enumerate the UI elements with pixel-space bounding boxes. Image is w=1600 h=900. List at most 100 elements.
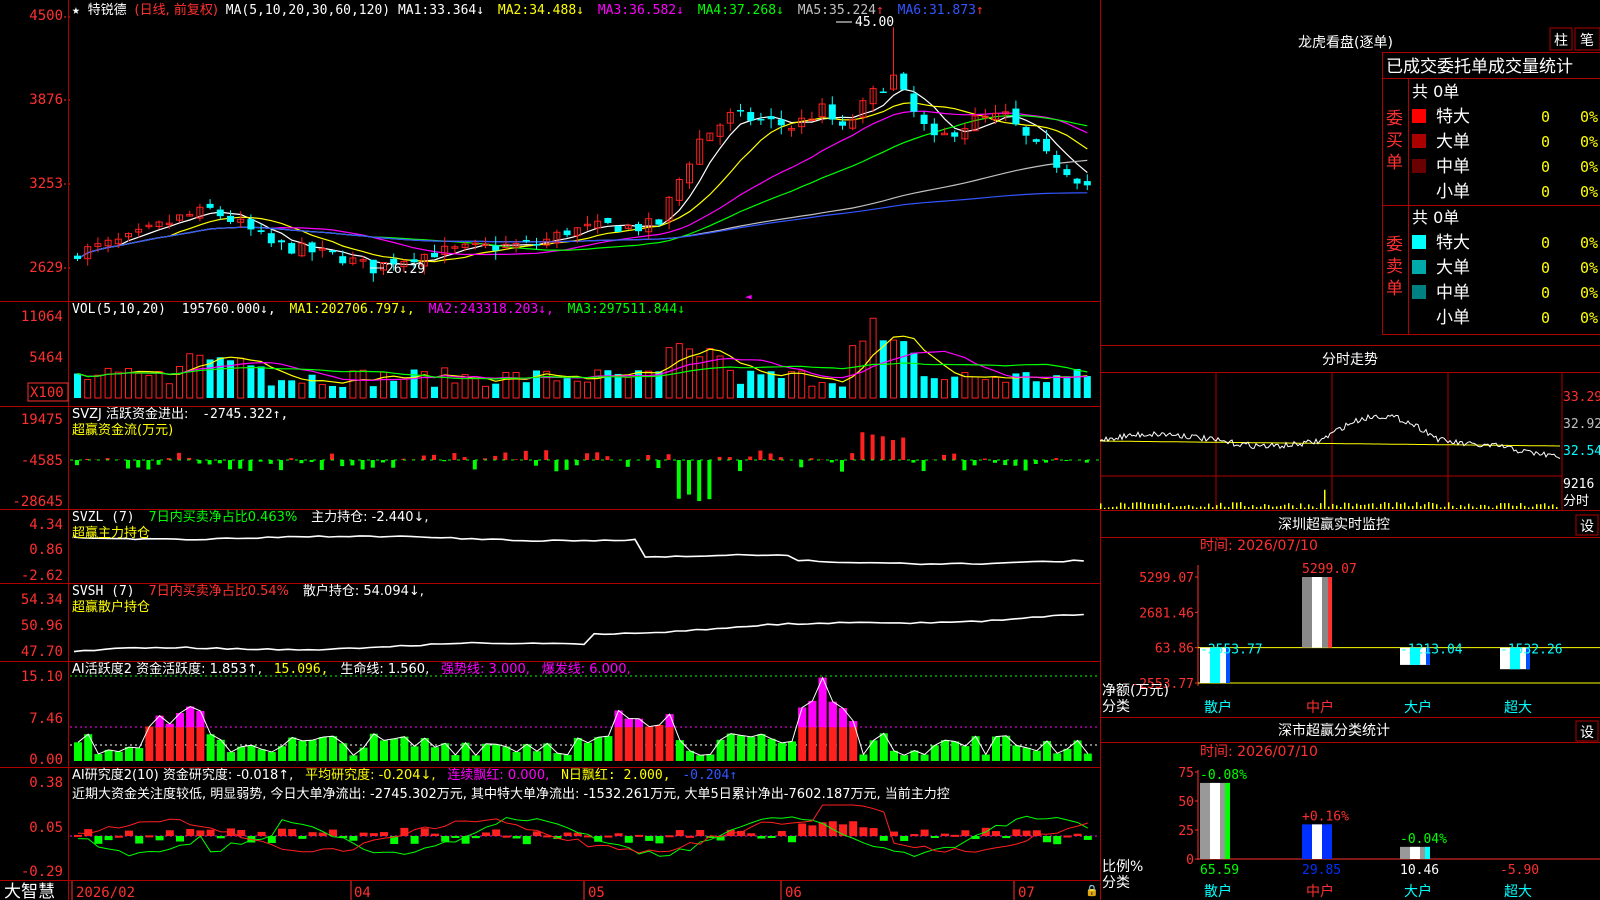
volume-bar-up (165, 383, 173, 399)
stats-bar-core (1312, 824, 1322, 859)
ai-bar (726, 733, 735, 761)
svzj-tick: -4585 (21, 453, 63, 469)
air-bar (951, 834, 960, 837)
candle-body-down (1032, 139, 1040, 142)
ai-activity-bars (74, 677, 1092, 761)
intraday-vol-bar (1172, 507, 1174, 509)
order-pct: 0% (1580, 158, 1598, 176)
volume-bar-up (298, 382, 306, 399)
volume-bar-down (339, 386, 347, 398)
air-bar (278, 828, 286, 836)
ai-bar (553, 753, 562, 761)
air-bar (645, 836, 654, 841)
ai-bar (298, 740, 307, 761)
svzj-bar (880, 436, 885, 460)
lhkp-title: 龙虎看盘(逐单) (1298, 34, 1393, 51)
ai-bar (1063, 748, 1072, 761)
svzj-bar (370, 460, 375, 468)
volume-bar-up (104, 367, 112, 399)
svg-text:32.92: 32.92 (1563, 417, 1600, 432)
candle-body-down (1083, 181, 1091, 186)
intraday-vol-bar (1248, 507, 1250, 509)
svzj-bar (360, 460, 365, 470)
intraday-vol-bar (1428, 502, 1430, 509)
volume-bar-up (502, 371, 510, 399)
svzj-bar (697, 460, 702, 502)
candle-body-down (951, 132, 959, 137)
svzj-bar (289, 458, 294, 460)
intraday-vol-bar (1160, 503, 1162, 509)
period-mode[interactable]: (日线, 前复权) (135, 2, 218, 18)
monitor-ylabel: 净额(万元) (1102, 683, 1169, 699)
svzl-header: SVZL (7) 7日内买卖净占比0.463% 主力持仓: -2.440↓, (72, 509, 429, 525)
svzj-bar (1064, 460, 1069, 462)
air-bar (859, 827, 868, 836)
candle-body-down (492, 245, 500, 251)
svzj-bar (503, 452, 508, 460)
candle-body-down (563, 230, 571, 236)
volume-bar-up (482, 385, 489, 399)
volume-bar-down (1073, 368, 1081, 398)
order-type: 特大 (1436, 107, 1470, 127)
order-type: 大单 (1436, 258, 1470, 278)
ai-tick: 0.00 (29, 752, 63, 768)
intraday-vol-bar (1312, 506, 1314, 509)
candle-body-down (431, 252, 438, 258)
candle-body-down (308, 242, 316, 253)
ai-bar (267, 752, 276, 761)
ai-bar (696, 755, 705, 761)
air-bar (910, 834, 919, 837)
low-price-label: 26.29 (386, 262, 425, 277)
svzj-bar (748, 456, 753, 460)
intraday-vol-bar (1296, 507, 1298, 509)
order-type: 大单 (1436, 132, 1470, 152)
air-bar (104, 836, 113, 841)
ma-line-5 (77, 159, 1088, 260)
ai-bar (94, 754, 103, 761)
order-stats-tabs[interactable]: 已成交委托单成交量统计 (1386, 57, 1573, 77)
intraday-vol-bar (1232, 502, 1234, 509)
svzj-bar (758, 450, 763, 460)
candle-body-down (930, 123, 938, 136)
air-bar (125, 830, 133, 836)
volume-bar-up (981, 379, 989, 399)
intraday-vol-bar (1304, 507, 1306, 509)
order-swatch (1412, 109, 1426, 123)
intraday-vol-bar (1500, 503, 1502, 509)
vol-tick: 5464 (29, 350, 63, 366)
candle-body-down (1063, 169, 1071, 176)
intraday-vol-bar (1180, 506, 1182, 509)
ai-bar (420, 738, 429, 761)
air-tick: 0.38 (29, 775, 63, 791)
air-bar (879, 836, 888, 841)
svg-text:32.54: 32.54 (1563, 444, 1600, 459)
order-pct: 0% (1580, 259, 1598, 277)
candle-body-down (828, 104, 836, 120)
vol-header: VOL(5,10,20) 195760.000↓, MA1:202706.797… (72, 302, 685, 317)
air-bar (420, 828, 429, 836)
air-bar (135, 836, 144, 844)
left-axis-labels: 4500 3876 3253 2629 11064 5464 19475 -45… (12, 8, 63, 880)
ai-bar (971, 736, 980, 761)
lock-icon[interactable]: 🔒 (1085, 884, 1099, 897)
volume-bar-down (431, 386, 438, 398)
intraday-vol-bar (1516, 506, 1518, 509)
volume-bar-down (257, 366, 265, 398)
scroll-marker-icon[interactable]: ◄ (745, 290, 752, 303)
star-icon[interactable]: ★ (72, 3, 80, 18)
candle-body-down (329, 250, 336, 253)
svsh-subtitle: 超赢散户持仓 (72, 599, 150, 615)
sell-total: 共 0单 (1412, 208, 1459, 227)
volume-bar-up (186, 353, 194, 399)
svzj-bar (156, 460, 161, 465)
svzj-bar (421, 455, 426, 460)
intraday-vol-bar (1200, 506, 1202, 509)
intraday-vol-bar (1472, 506, 1474, 509)
ai-bar (247, 745, 256, 761)
volume-bar-up (808, 385, 816, 399)
intraday-vol-bar (1288, 503, 1290, 509)
svzj-bar (646, 455, 651, 460)
ai-bar (400, 736, 409, 761)
intraday-vol-bar (1332, 503, 1334, 509)
monitor-category: 超大 (1504, 700, 1532, 716)
